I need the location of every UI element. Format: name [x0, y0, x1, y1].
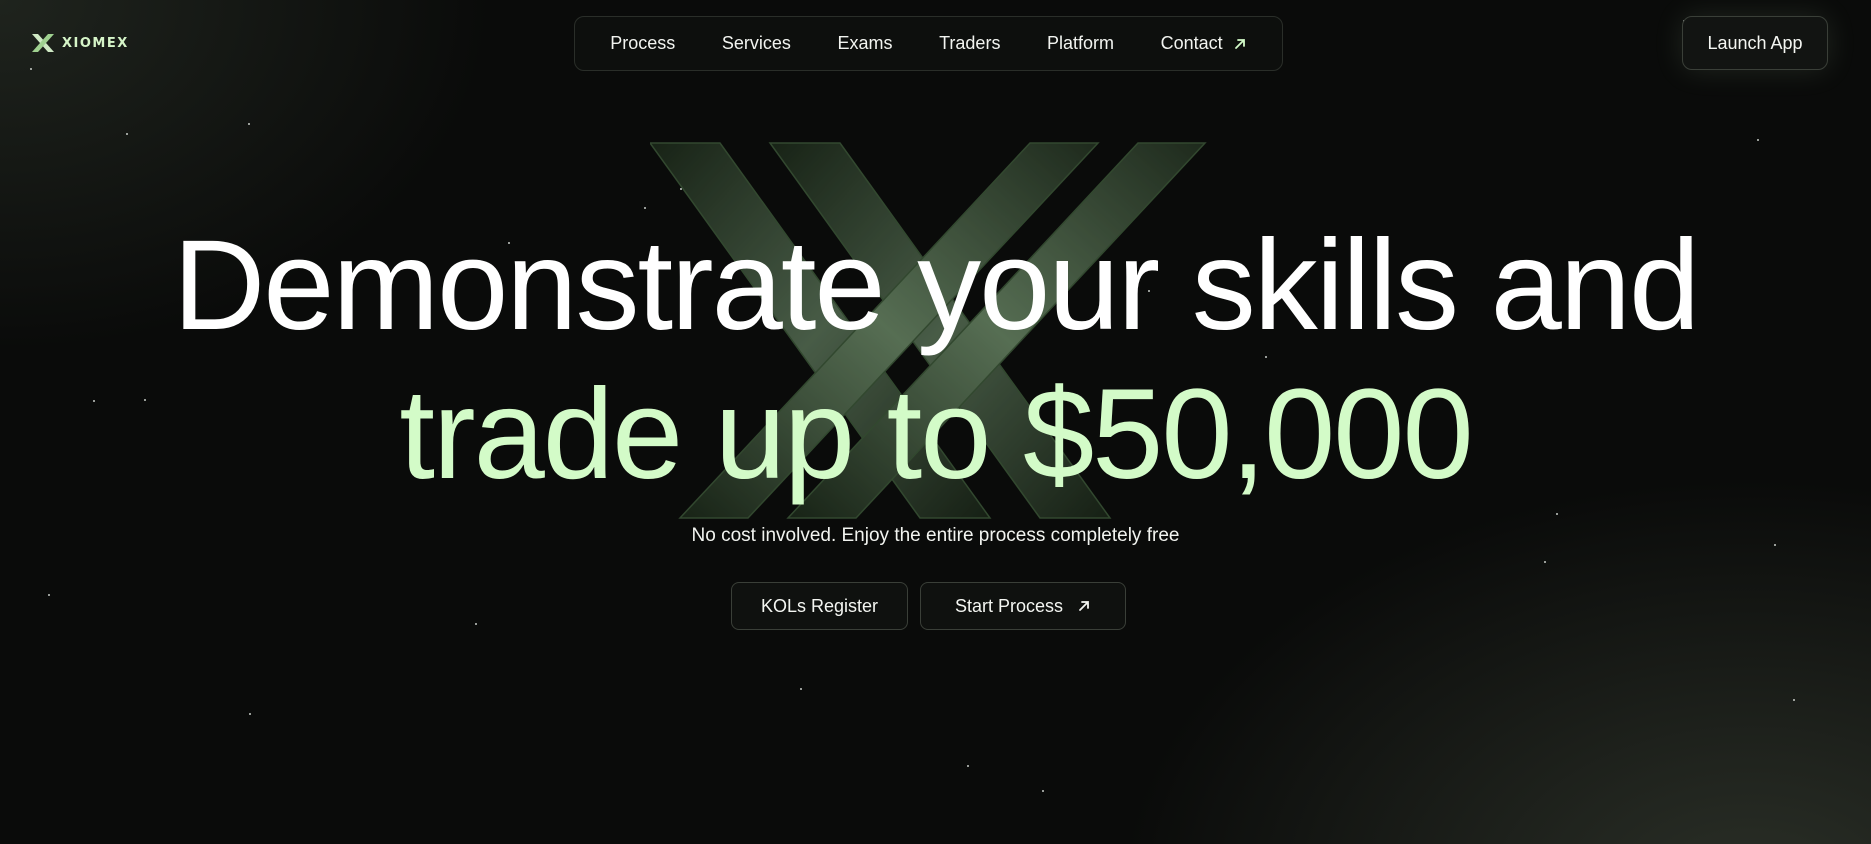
nav-item-traders[interactable]: Traders	[939, 33, 1000, 54]
star	[1757, 139, 1759, 141]
brand-logo[interactable]: XIOMEX	[30, 32, 129, 54]
hero-headline-line1: Demonstrate your skills and	[172, 214, 1700, 357]
star	[249, 713, 251, 715]
arrow-up-right-icon	[1234, 38, 1245, 49]
start-process-button[interactable]: Start Process	[920, 582, 1126, 630]
nav-label: Process	[610, 33, 676, 53]
x-logo-icon	[32, 34, 54, 52]
arrow-up-right-icon	[1079, 601, 1089, 611]
star	[1793, 699, 1795, 701]
star	[1042, 790, 1044, 792]
nav-item-process[interactable]: Process	[610, 33, 675, 54]
nav-label: Services	[721, 33, 791, 53]
nav-label: Platform	[1047, 33, 1115, 53]
nav-item-platform[interactable]: Platform	[1047, 33, 1114, 54]
main-nav: Process Services Exams Traders Platform …	[574, 16, 1283, 71]
star	[475, 623, 477, 625]
button-label: Start Process	[954, 595, 1064, 616]
nav-label: Contact	[1160, 33, 1223, 53]
star	[644, 207, 646, 209]
brand-name: XIOMEX	[62, 35, 129, 51]
star	[30, 68, 32, 70]
hero-headline-line2: trade up to $50,000	[399, 363, 1473, 506]
star	[248, 123, 250, 125]
star	[48, 594, 50, 596]
kols-register-button[interactable]: KOLs Register	[731, 582, 908, 630]
hero-subtitle: No cost involved. Enjoy the entire proce…	[691, 525, 1180, 546]
nav-item-services[interactable]: Services	[722, 33, 791, 54]
star	[1556, 513, 1558, 515]
star	[126, 133, 128, 135]
launch-app-button[interactable]: Launch App	[1682, 16, 1828, 70]
nav-item-contact[interactable]: Contact	[1161, 33, 1247, 54]
star	[1544, 561, 1546, 563]
nav-label: Exams	[837, 33, 893, 53]
page: XIOMEX Process Services Exams Traders Pl…	[0, 0, 1871, 844]
button-label: KOLs Register	[760, 595, 879, 616]
nav-item-exams[interactable]: Exams	[838, 33, 893, 54]
nav-label: Traders	[939, 33, 1001, 53]
star	[967, 765, 969, 767]
star	[800, 688, 802, 690]
